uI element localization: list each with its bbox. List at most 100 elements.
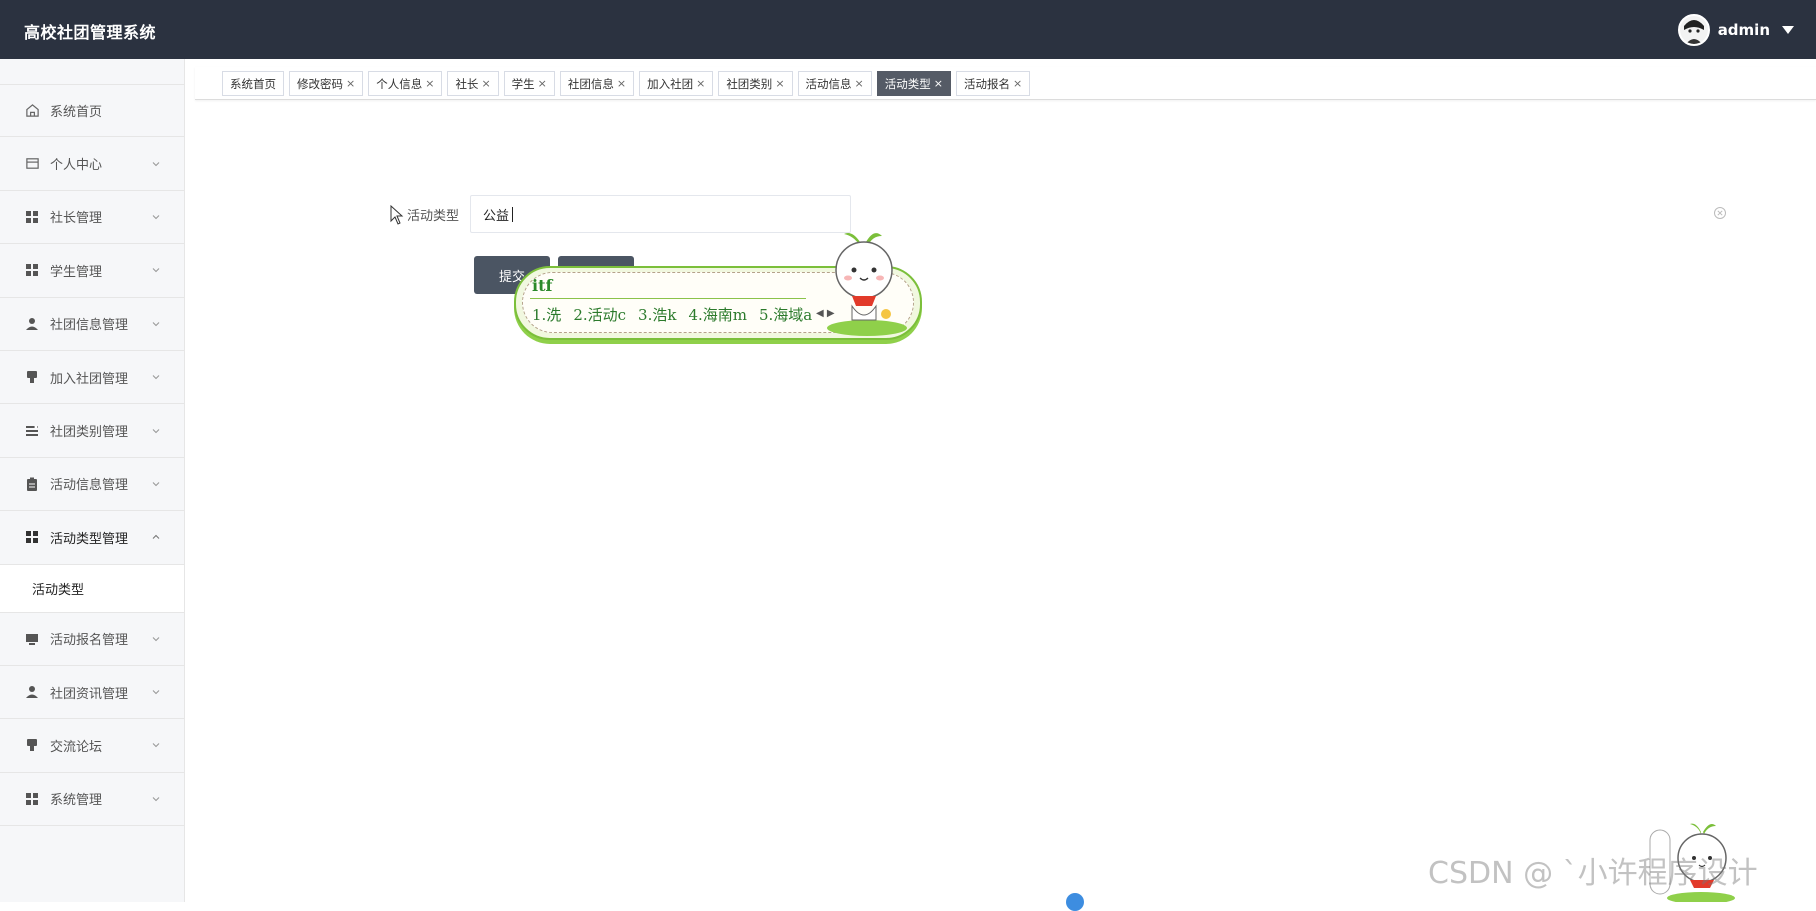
- submenu-item-label: 活动类型: [32, 582, 85, 598]
- tab-activity-type[interactable]: 活动类型 ×: [876, 71, 951, 96]
- sidebar-item-label: 交流论坛: [50, 739, 103, 755]
- sidebar-item-label: 学生管理: [50, 264, 103, 280]
- sidebar-item-label: 加入社团管理: [50, 371, 129, 387]
- close-icon[interactable]: ×: [481, 77, 490, 90]
- tab-home[interactable]: 系统首页: [222, 71, 284, 96]
- tab-personal-info[interactable]: 个人信息 ×: [368, 71, 443, 96]
- close-icon[interactable]: ×: [696, 77, 705, 90]
- sidebar-item-forum[interactable]: 交流论坛: [0, 719, 184, 773]
- sidebar-item-label: 社长管理: [50, 211, 103, 227]
- sidebar-item-club-category[interactable]: 社团类别管理: [0, 404, 184, 458]
- sidebar-item-activity-type[interactable]: 活动类型管理: [0, 511, 184, 565]
- sidebar-item-label: 活动类型管理: [50, 531, 129, 547]
- mouse-cursor-icon: [390, 205, 404, 225]
- sidebar-item-label: 个人中心: [50, 158, 103, 174]
- tab-list: 系统首页 修改密码 × 个人信息 × 社长 × 学生 × 社团信息 × 加入社团 × 社团类…: [222, 71, 1031, 96]
- ime-candidate[interactable]: 2.活动c: [573, 304, 626, 325]
- chevron-down-icon: [152, 796, 160, 802]
- tab-label: 社长: [455, 76, 479, 91]
- tab-club-info[interactable]: 社团信息 ×: [559, 71, 635, 96]
- home-icon: [24, 103, 40, 119]
- sidebar-item-label: 系统首页: [50, 105, 103, 121]
- user-icon: [24, 316, 40, 332]
- chevron-down-icon: [152, 215, 160, 220]
- user-icon: [24, 684, 40, 700]
- sidebar-item-president[interactable]: 社长管理: [0, 191, 184, 245]
- mascot-icon: [827, 233, 907, 336]
- tab-student[interactable]: 学生 ×: [503, 71, 555, 96]
- sidebar-item-personal-center[interactable]: 个人中心: [0, 137, 184, 191]
- top-bar: 高校社团管理系统 admin: [0, 0, 1816, 59]
- chevron-down-icon: [152, 636, 160, 641]
- sidebar-item-home[interactable]: 系统首页: [0, 84, 184, 138]
- monitor-icon: [24, 631, 40, 647]
- tab-president[interactable]: 社长 ×: [447, 71, 499, 96]
- tab-label: 活动信息: [805, 76, 852, 91]
- sidebar-item-club-info[interactable]: 社团信息管理: [0, 298, 184, 351]
- ime-candidate[interactable]: 4.海南m: [688, 304, 747, 325]
- tab-activity-signup[interactable]: 活动报名 ×: [955, 71, 1031, 96]
- list-icon: [24, 423, 40, 439]
- close-icon[interactable]: ×: [346, 77, 355, 90]
- close-icon[interactable]: ×: [855, 77, 864, 90]
- chevron-down-icon: [152, 482, 160, 487]
- ime-composition: itf: [532, 276, 553, 295]
- sidebar-item-label: 社团信息管理: [50, 318, 129, 334]
- chevron-down-icon: [152, 690, 160, 695]
- tab-label: 社团类别: [726, 76, 773, 91]
- ime-candidate-list: 1.洗 2.活动c 3.浩k 4.海南m 5.海域a: [532, 304, 812, 325]
- username[interactable]: admin: [1718, 21, 1770, 39]
- sidebar-item-label: 社团类别管理: [50, 425, 129, 441]
- watermark: CSDN @ `小许程序设计: [1428, 856, 1758, 891]
- input-value: 公益: [483, 208, 510, 224]
- chevron-down-icon: [152, 161, 160, 166]
- sidebar-item-join-club[interactable]: 加入社团管理: [0, 351, 184, 405]
- avatar-icon[interactable]: [1677, 14, 1710, 46]
- ime-candidate[interactable]: 1.洗: [532, 304, 561, 325]
- clear-icon[interactable]: [1713, 206, 1727, 220]
- close-icon[interactable]: ×: [425, 77, 434, 90]
- sidebar-item-label: 系统管理: [50, 793, 103, 809]
- close-icon[interactable]: ×: [775, 77, 784, 90]
- caret-down-icon[interactable]: [1782, 26, 1794, 34]
- chevron-up-icon: [152, 535, 160, 540]
- tab-label: 个人信息: [376, 76, 423, 91]
- sidebar-item-label: 活动信息管理: [50, 478, 129, 494]
- tab-join-club[interactable]: 加入社团 ×: [639, 71, 714, 96]
- close-icon[interactable]: ×: [934, 77, 943, 90]
- sidebar-item-club-news[interactable]: 社团资讯管理: [0, 666, 184, 720]
- grid-icon: [24, 791, 40, 807]
- tab-label: 系统首页: [230, 76, 276, 91]
- tab-label: 活动类型: [884, 76, 931, 91]
- ime-candidate[interactable]: 5.海域a: [759, 304, 812, 325]
- user-menu[interactable]: admin: [1677, 14, 1794, 46]
- activity-type-label: 活动类型: [407, 209, 460, 224]
- ime-candidate[interactable]: 3.浩k: [638, 304, 676, 325]
- tab-activity-info[interactable]: 活动信息 ×: [797, 71, 872, 96]
- stamp-icon: [24, 737, 40, 753]
- chevron-down-icon: [152, 743, 160, 748]
- grid-icon: [24, 529, 40, 545]
- tab-label: 活动报名: [963, 76, 1010, 91]
- activity-type-input[interactable]: 公益: [470, 195, 851, 233]
- sidebar-item-students[interactable]: 学生管理: [0, 244, 184, 298]
- app-title: 高校社团管理系统: [24, 23, 157, 42]
- tab-label: 修改密码: [297, 76, 343, 91]
- chevron-down-icon: [152, 375, 160, 380]
- close-icon[interactable]: ×: [538, 77, 547, 90]
- sidebar-item-activity-info[interactable]: 活动信息管理: [0, 458, 184, 512]
- sidebar-item-system[interactable]: 系统管理: [0, 773, 184, 827]
- close-icon[interactable]: ×: [617, 77, 626, 90]
- tab-club-category[interactable]: 社团类别 ×: [718, 71, 793, 96]
- sidebar: 系统首页 个人中心 社长管理 学生管理 社团信息管理 加入社团管理 社团类别管理…: [0, 59, 185, 902]
- floating-dot-icon: [1066, 893, 1084, 911]
- text-cursor: [512, 206, 514, 222]
- tab-change-password[interactable]: 修改密码 ×: [289, 71, 364, 96]
- chevron-down-icon: [152, 268, 160, 273]
- chevron-down-icon: [152, 428, 160, 433]
- clipboard-icon: [24, 476, 40, 492]
- sidebar-item-activity-signup[interactable]: 活动报名管理: [0, 613, 184, 666]
- close-icon[interactable]: ×: [1013, 77, 1022, 90]
- tab-label: 学生: [511, 76, 535, 91]
- submenu-item-activity-type[interactable]: 活动类型: [0, 564, 184, 613]
